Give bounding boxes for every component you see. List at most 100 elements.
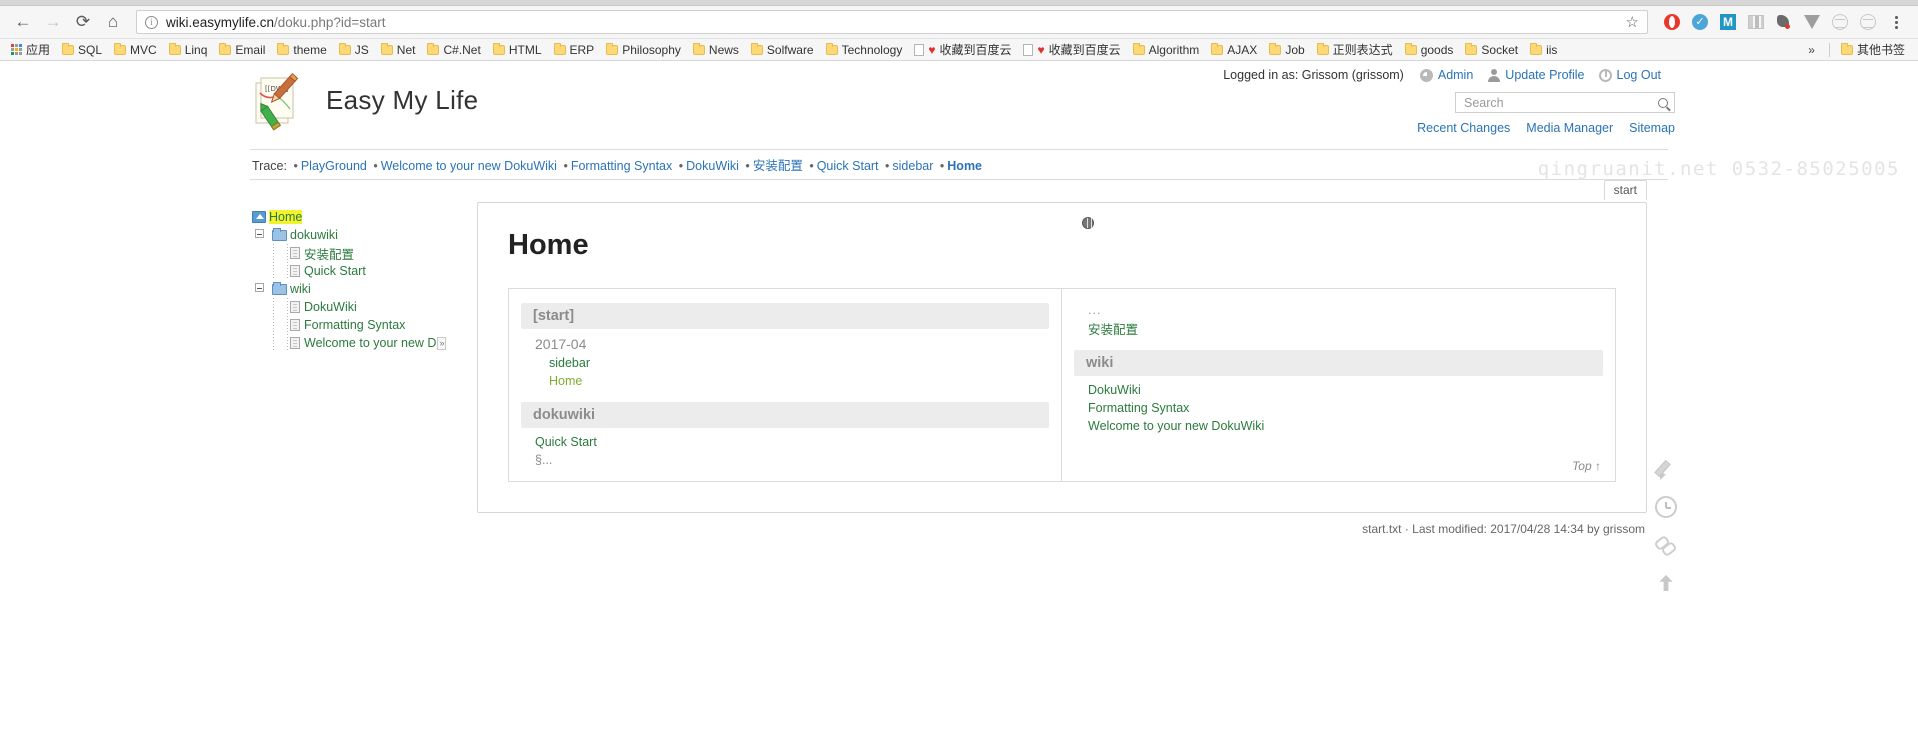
tree-item-label[interactable]: Home — [269, 210, 303, 224]
bookmark-iis[interactable]: iis — [1525, 41, 1564, 59]
tree-item-welcome[interactable]: Welcome to your new D» — [252, 334, 482, 352]
bookmark-regex[interactable]: 正则表达式 — [1312, 39, 1400, 60]
back-to-top-icon[interactable] — [1655, 572, 1677, 594]
bookmark-html[interactable]: HTML — [488, 41, 549, 59]
update-profile-label: Update Profile — [1505, 68, 1585, 82]
bookmark-ajax[interactable]: AJAX — [1206, 41, 1264, 59]
media-manager-link[interactable]: Media Manager — [1526, 121, 1613, 135]
bookmark-technology[interactable]: Technology — [821, 41, 910, 59]
index-link-dokuwiki[interactable]: DokuWiki — [1074, 381, 1603, 399]
bookmark-apps[interactable]: 应用 — [6, 39, 57, 60]
bookmark-baidu-cloud-2[interactable]: ♥ 收藏到百度云 — [1018, 39, 1127, 60]
bookmarks-overflow-button[interactable]: » — [1800, 41, 1823, 59]
address-bar[interactable]: i wiki.easymylife.cn /doku.php?id=start … — [136, 10, 1648, 34]
bookmark-theme[interactable]: theme — [272, 41, 333, 59]
chrome-menu-icon[interactable] — [1882, 8, 1910, 36]
tree-item-home[interactable]: Home — [252, 208, 482, 226]
back-button[interactable]: ← — [8, 7, 38, 37]
site-info-icon[interactable]: i — [145, 15, 158, 29]
bookmark-goods[interactable]: goods — [1400, 41, 1461, 59]
index-link-home[interactable]: Home — [521, 372, 1049, 390]
index-link-formatting-syntax[interactable]: Formatting Syntax — [1074, 399, 1603, 417]
index-link-welcome[interactable]: Welcome to your new DokuWiki — [1074, 417, 1603, 435]
bookmark-other-bookmarks[interactable]: 其他书签 — [1836, 39, 1912, 60]
breadcrumb-item-install-config[interactable]: 安装配置 — [753, 159, 803, 173]
bookmark-baidu-cloud-1[interactable]: ♥ 收藏到百度云 — [909, 39, 1018, 60]
tree-item-dokuwiki[interactable]: dokuwiki — [252, 226, 482, 244]
backlinks-icon[interactable] — [1655, 534, 1677, 556]
bookmark-algorithm[interactable]: Algorithm — [1128, 41, 1207, 59]
recent-changes-link[interactable]: Recent Changes — [1417, 121, 1510, 135]
breadcrumb-item-formatting-syntax[interactable]: Formatting Syntax — [571, 159, 672, 173]
index-link-sidebar[interactable]: sidebar — [521, 354, 1049, 372]
tree-item-label[interactable]: DokuWiki — [304, 300, 357, 314]
columns-extension-icon[interactable] — [1742, 8, 1770, 36]
tree-item-label[interactable]: dokuwiki — [290, 228, 338, 242]
index-link-quick-start[interactable]: Quick Start — [521, 433, 1049, 451]
browser-chrome: ← → ⟳ ⌂ i wiki.easymylife.cn /doku.php?i… — [0, 0, 1918, 61]
opera-extension-icon[interactable] — [1658, 8, 1686, 36]
bookmark-email[interactable]: Email — [214, 41, 272, 59]
breadcrumb-item-quick-start[interactable]: Quick Start — [817, 159, 879, 173]
tree-item-label[interactable]: Quick Start — [304, 264, 366, 278]
tree-item-wiki[interactable]: wiki — [252, 280, 482, 298]
bookmark-philosophy[interactable]: Philosophy — [601, 41, 688, 59]
breadcrumb-item-dokuwiki[interactable]: DokuWiki — [686, 159, 739, 173]
bookmark-net[interactable]: Net — [376, 41, 423, 59]
page-id-tab[interactable]: start — [1603, 180, 1647, 200]
tree-item-quick-start[interactable]: Quick Start — [252, 262, 482, 280]
breadcrumb-sep: • — [373, 159, 378, 173]
bookmark-js[interactable]: JS — [334, 41, 376, 59]
gear-icon — [1419, 68, 1433, 82]
checkmark-extension-icon[interactable]: ✓ — [1686, 8, 1714, 36]
bookmark-job[interactable]: Job — [1264, 41, 1311, 59]
tree-item-dokuwiki-page[interactable]: DokuWiki — [252, 298, 482, 316]
circle-extension-icon-1[interactable] — [1826, 8, 1854, 36]
tree-item-label[interactable]: Formatting Syntax — [304, 318, 405, 332]
bookmark-star-icon[interactable]: ☆ — [1626, 13, 1639, 31]
tree-item-formatting-syntax[interactable]: Formatting Syntax — [252, 316, 482, 334]
wiki-search-box[interactable] — [1455, 92, 1675, 113]
folder-icon — [168, 42, 181, 55]
tree-item-label[interactable]: wiki — [290, 282, 311, 296]
reload-button[interactable]: ⟳ — [68, 7, 98, 37]
bookmark-sql[interactable]: SQL — [57, 41, 109, 59]
tree-item-label[interactable]: Welcome to your new D — [304, 336, 436, 350]
folder-icon — [1530, 42, 1543, 55]
tree-item-install-config[interactable]: 安装配置 — [252, 244, 482, 262]
breadcrumb-item-welcome[interactable]: Welcome to your new DokuWiki — [381, 159, 557, 173]
edit-page-icon[interactable] — [1655, 458, 1677, 480]
breadcrumb-item-sidebar[interactable]: sidebar — [892, 159, 933, 173]
bookmark-csharp-net[interactable]: C#.Net — [422, 41, 487, 59]
breadcrumb-item-playground[interactable]: PlayGround — [301, 159, 367, 173]
tree-toggle-icon[interactable] — [252, 229, 266, 240]
search-icon[interactable] — [1658, 97, 1668, 108]
circle-extension-icon-2[interactable] — [1854, 8, 1882, 36]
bookmark-socket[interactable]: Socket — [1460, 41, 1525, 59]
bookmark-solfware[interactable]: Solfware — [746, 41, 821, 59]
tree-item-label[interactable]: 安装配置 — [304, 244, 354, 263]
home-button[interactable]: ⌂ — [98, 7, 128, 37]
m-extension-icon[interactable]: M — [1714, 8, 1742, 36]
forward-button[interactable]: → — [38, 7, 68, 37]
v-extension-icon[interactable] — [1798, 8, 1826, 36]
admin-link[interactable]: Admin — [1419, 68, 1473, 82]
sitemap-link[interactable]: Sitemap — [1629, 121, 1675, 135]
old-revisions-icon[interactable] — [1655, 496, 1677, 518]
bookmark-label: Net — [396, 42, 416, 57]
log-out-link[interactable]: Log Out — [1598, 68, 1661, 82]
back-to-top-link[interactable]: Top ↑ — [1572, 459, 1601, 473]
folder-icon — [1840, 42, 1853, 55]
tree-toggle-icon[interactable] — [252, 283, 266, 294]
update-profile-link[interactable]: Update Profile — [1487, 68, 1585, 82]
breadcrumb-item-home[interactable]: Home — [947, 159, 982, 173]
bookmark-linq[interactable]: Linq — [164, 41, 215, 59]
index-group-header-dokuwiki: dokuwiki — [521, 402, 1049, 428]
bookmark-news[interactable]: News — [688, 41, 746, 59]
bookmark-label: C#.Net — [443, 42, 481, 57]
evernote-extension-icon[interactable] — [1770, 8, 1798, 36]
bookmark-mvc[interactable]: MVC — [109, 41, 164, 59]
bookmark-erp[interactable]: ERP — [549, 41, 602, 59]
index-link-install-config[interactable]: 安装配置 — [1074, 317, 1603, 340]
search-input[interactable] — [1462, 94, 1658, 111]
